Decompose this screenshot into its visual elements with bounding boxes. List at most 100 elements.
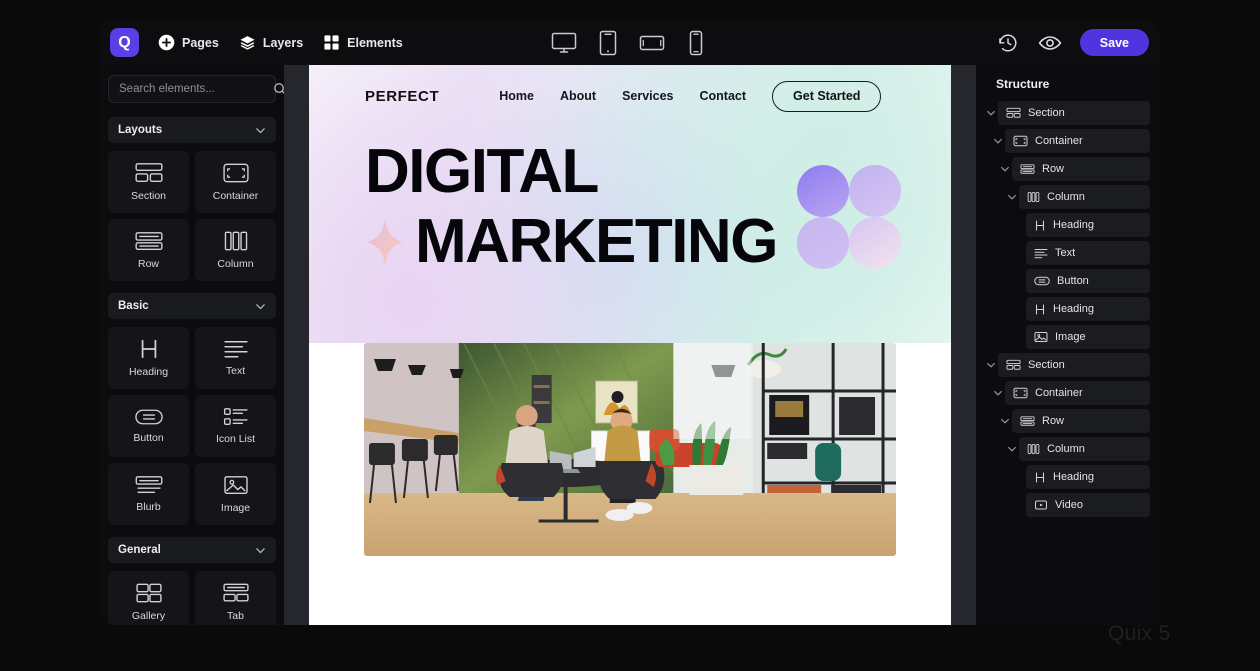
- tree-node-column[interactable]: Column: [1019, 437, 1150, 461]
- chevron-down-icon[interactable]: [991, 388, 1005, 398]
- element-card-image[interactable]: Image: [195, 463, 276, 525]
- element-card-blurb[interactable]: Blurb: [108, 463, 189, 525]
- nav-link-services[interactable]: Services: [622, 89, 673, 103]
- section-icon: [134, 162, 164, 184]
- hero-photo[interactable]: [364, 343, 896, 556]
- tree-row[interactable]: Row: [984, 409, 1150, 433]
- element-card-row[interactable]: Row: [108, 219, 189, 281]
- tree-row[interactable]: Column: [984, 185, 1150, 209]
- tree-node-image[interactable]: Image: [1026, 325, 1150, 349]
- tree-node-button[interactable]: Button: [1026, 269, 1150, 293]
- eye-icon[interactable]: [1038, 31, 1062, 55]
- toolbar-item-elements[interactable]: Elements: [323, 34, 403, 51]
- section-header-layouts[interactable]: Layouts: [108, 117, 276, 143]
- device-mobile-button[interactable]: [679, 27, 713, 59]
- tree-node-heading[interactable]: Heading: [1026, 297, 1150, 321]
- get-started-button[interactable]: Get Started: [772, 81, 881, 112]
- headline-line-2: MARKETING: [415, 211, 777, 273]
- tree-node-container[interactable]: Container: [1005, 129, 1150, 153]
- chevron-down-icon[interactable]: [998, 164, 1012, 174]
- button-icon: [134, 408, 164, 426]
- toolbar-right-actions: Save: [996, 29, 1149, 56]
- tree-node-label: Container: [1035, 135, 1083, 147]
- tree-row[interactable]: Heading: [984, 465, 1150, 489]
- element-card-icon-list[interactable]: Icon List: [195, 395, 276, 457]
- tree-row[interactable]: Video: [984, 493, 1150, 517]
- tree-node-section[interactable]: Section: [998, 101, 1150, 125]
- history-clock-icon[interactable]: [996, 31, 1020, 55]
- element-label: Column: [217, 258, 253, 270]
- tree-node-row[interactable]: Row: [1012, 157, 1150, 181]
- element-card-section[interactable]: Section: [108, 151, 189, 213]
- chevron-down-icon[interactable]: [1005, 444, 1019, 454]
- site-brand[interactable]: PERFECT: [365, 88, 439, 105]
- heading-icon: [1034, 471, 1046, 484]
- tree-row[interactable]: Row: [984, 157, 1150, 181]
- column-icon: [1027, 191, 1040, 203]
- container-icon: [222, 162, 250, 184]
- tree-node-row[interactable]: Row: [1012, 409, 1150, 433]
- image-icon: [1034, 331, 1048, 343]
- tree-row[interactable]: Text: [984, 241, 1150, 265]
- tree-node-label: Column: [1047, 191, 1085, 203]
- element-card-column[interactable]: Column: [195, 219, 276, 281]
- device-tablet-landscape-button[interactable]: [635, 27, 669, 59]
- tree-row[interactable]: Section: [984, 353, 1150, 377]
- tree-row[interactable]: Heading: [984, 213, 1150, 237]
- basic-grid: Heading Text Button: [108, 327, 276, 525]
- tree-row[interactable]: Heading: [984, 297, 1150, 321]
- nav-link-about[interactable]: About: [560, 89, 596, 103]
- section-icon: [1006, 107, 1021, 119]
- tree-row[interactable]: Image: [984, 325, 1150, 349]
- chevron-down-icon[interactable]: [1005, 192, 1019, 202]
- search-input[interactable]: [119, 83, 273, 95]
- search-bar[interactable]: [108, 75, 276, 103]
- gallery-icon: [135, 582, 163, 604]
- tree-node-section[interactable]: Section: [998, 353, 1150, 377]
- heading-icon: [1034, 303, 1046, 316]
- element-card-tab[interactable]: Tab: [195, 571, 276, 625]
- structure-panel-title: Structure: [996, 77, 1150, 91]
- chevron-down-icon[interactable]: [984, 360, 998, 370]
- element-label: Text: [226, 365, 245, 377]
- button-icon: [1034, 276, 1050, 286]
- device-tablet-portrait-button[interactable]: [591, 27, 625, 59]
- tree-row[interactable]: Container: [984, 129, 1150, 153]
- top-toolbar: Q Pages Layers Elements: [100, 20, 1160, 65]
- section-title-basic: Basic: [118, 300, 149, 312]
- element-card-text[interactable]: Text: [195, 327, 276, 389]
- chevron-down-icon[interactable]: [984, 108, 998, 118]
- tree-node-heading[interactable]: Heading: [1026, 213, 1150, 237]
- save-button[interactable]: Save: [1080, 29, 1149, 56]
- element-card-container[interactable]: Container: [195, 151, 276, 213]
- canvas-area: PERFECT Home About Services Contact Get …: [284, 65, 976, 625]
- element-card-heading[interactable]: Heading: [108, 327, 189, 389]
- search-icon: [273, 82, 284, 96]
- nav-link-home[interactable]: Home: [499, 89, 534, 103]
- tree-node-text[interactable]: Text: [1026, 241, 1150, 265]
- toolbar-item-layers[interactable]: Layers: [239, 34, 303, 51]
- tree-row[interactable]: Button: [984, 269, 1150, 293]
- text-icon: [223, 339, 249, 359]
- page-preview[interactable]: PERFECT Home About Services Contact Get …: [309, 65, 951, 625]
- tree-row[interactable]: Column: [984, 437, 1150, 461]
- tree-row[interactable]: Container: [984, 381, 1150, 405]
- chevron-down-icon[interactable]: [991, 136, 1005, 146]
- section-header-general[interactable]: General: [108, 537, 276, 563]
- nav-link-contact[interactable]: Contact: [700, 89, 747, 103]
- toolbar-item-pages[interactable]: Pages: [158, 34, 219, 51]
- chevron-down-icon[interactable]: [998, 416, 1012, 426]
- tree-node-heading[interactable]: Heading: [1026, 465, 1150, 489]
- element-card-gallery[interactable]: Gallery: [108, 571, 189, 625]
- app-logo[interactable]: Q: [110, 28, 139, 57]
- layers-icon: [239, 34, 256, 51]
- section-icon: [1006, 359, 1021, 371]
- tree-row[interactable]: Section: [984, 101, 1150, 125]
- tree-node-column[interactable]: Column: [1019, 185, 1150, 209]
- element-card-button[interactable]: Button: [108, 395, 189, 457]
- section-header-basic[interactable]: Basic: [108, 293, 276, 319]
- device-desktop-button[interactable]: [547, 27, 581, 59]
- element-label: Icon List: [216, 433, 255, 445]
- tree-node-container[interactable]: Container: [1005, 381, 1150, 405]
- tree-node-video[interactable]: Video: [1026, 493, 1150, 517]
